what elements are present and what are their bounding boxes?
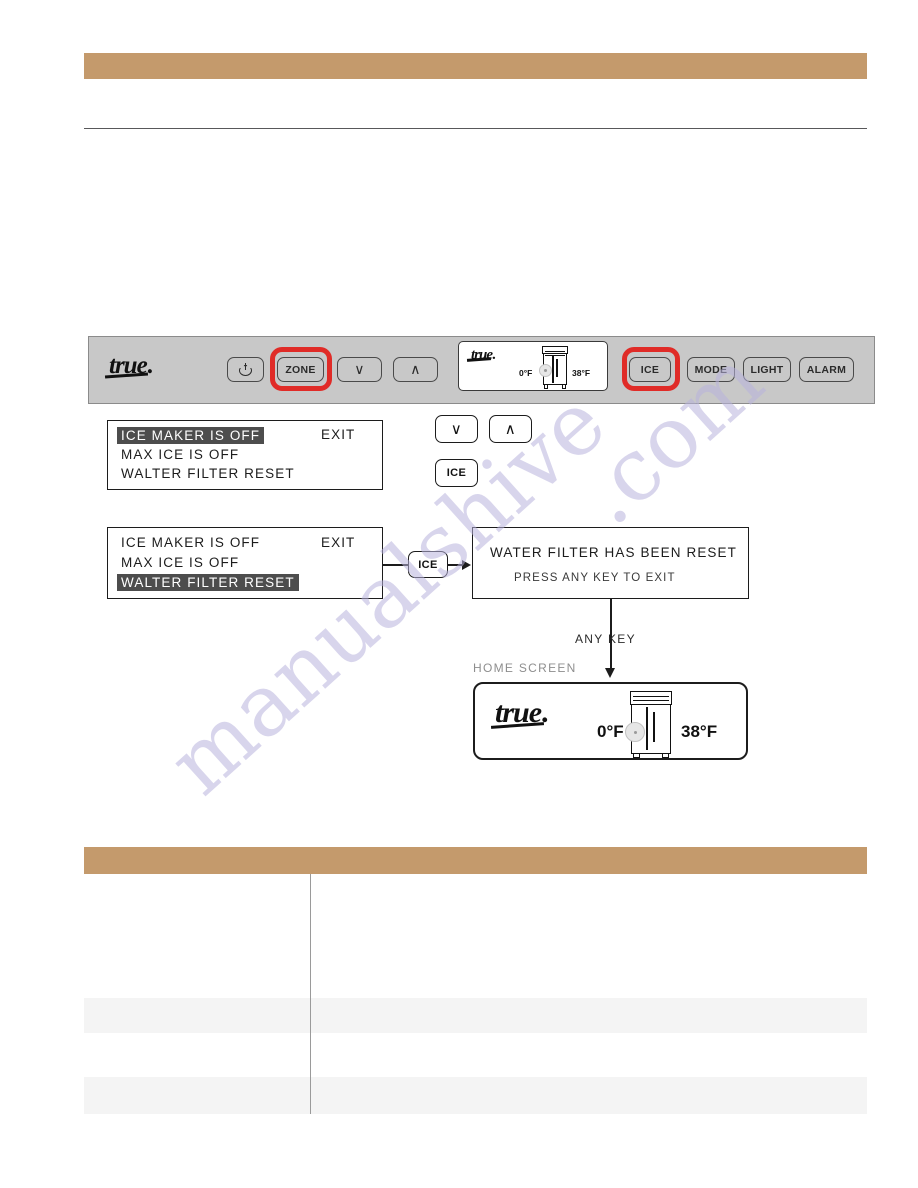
power-icon [239, 363, 252, 376]
any-key-label: ANY KEY [575, 632, 636, 646]
menu-two-exit-label[interactable]: EXIT [321, 535, 355, 550]
table-header-bar [84, 847, 867, 874]
arrow-down-icon [605, 668, 615, 678]
flow-transition-ice-button[interactable]: ICE [408, 551, 448, 578]
home-brand-logo: true. [490, 696, 548, 730]
panel-power-button[interactable] [227, 357, 264, 382]
menu-one-exit-label[interactable]: EXIT [321, 427, 355, 442]
panel-up-button[interactable]: ∧ [393, 357, 438, 382]
menu-one-line-2[interactable]: MAX ICE IS OFF [121, 447, 239, 462]
table-row [84, 998, 867, 1033]
header-divider-rule [84, 128, 867, 129]
flow-ice-label: ICE [446, 467, 467, 479]
panel-mode-button[interactable]: MODE [687, 357, 735, 382]
zone-button-highlight-ring [270, 347, 332, 391]
menu-screen-step-one: ICE MAKER IS OFF MAX ICE IS OFF WALTER F… [107, 420, 383, 490]
confirmation-subtitle: PRESS ANY KEY TO EXIT [514, 572, 676, 584]
home-left-temp: 0°F [597, 722, 624, 741]
panel-light-label: LIGHT [750, 363, 784, 376]
menu-one-line-3[interactable]: WALTER FILTER RESET [121, 466, 295, 481]
table-column-divider [310, 874, 311, 1114]
arrow-right-icon [462, 560, 471, 570]
home-display-knob [625, 722, 645, 742]
panel-alarm-label: ALARM [806, 363, 847, 376]
flow-up-button[interactable]: ∧ [489, 415, 532, 443]
connector-line-to-ice [383, 564, 408, 566]
mini-display-right-temp: 38°F [572, 368, 591, 378]
table-row [84, 874, 867, 998]
panel-down-button[interactable]: ∨ [337, 357, 382, 382]
section-header-bar [84, 53, 867, 79]
spec-table [84, 874, 867, 1114]
flow-transition-ice-label: ICE [418, 558, 438, 571]
confirmation-title: WATER FILTER HAS BEEN RESET [490, 545, 737, 560]
chevron-down-icon: ∨ [450, 421, 463, 438]
menu-two-line-2[interactable]: MAX ICE IS OFF [121, 555, 239, 570]
home-screen-display: true. 0°F 38°F [473, 682, 748, 760]
menu-one-line-1[interactable]: ICE MAKER IS OFF [117, 427, 265, 444]
panel-brand-logo: true. [104, 352, 153, 380]
menu-two-line-3[interactable]: WALTER FILTER RESET [117, 574, 299, 591]
chevron-down-icon: ∨ [354, 361, 365, 377]
menu-screen-step-two: ICE MAKER IS OFF MAX ICE IS OFF WALTER F… [107, 527, 383, 599]
mini-display-left-temp: 0°F [519, 368, 533, 378]
mini-display-logo-dot: . [492, 347, 496, 363]
home-right-temp: 38°F [681, 722, 718, 741]
panel-mini-display: true. 0°F 38°F [458, 341, 608, 391]
table-row [84, 1077, 867, 1114]
menu-two-line-1[interactable]: ICE MAKER IS OFF [121, 535, 260, 550]
home-screen-label: HOME SCREEN [473, 661, 577, 675]
confirmation-screen: WATER FILTER HAS BEEN RESET PRESS ANY KE… [472, 527, 749, 599]
table-row [84, 1033, 867, 1077]
mini-display-knob [539, 364, 552, 377]
chevron-up-icon: ∧ [504, 421, 517, 438]
panel-alarm-button[interactable]: ALARM [799, 357, 854, 382]
flow-down-button[interactable]: ∨ [435, 415, 478, 443]
panel-light-button[interactable]: LIGHT [743, 357, 791, 382]
flow-ice-button[interactable]: ICE [435, 459, 478, 487]
ice-button-highlight-ring [622, 347, 680, 391]
mini-display-logo: true. [466, 347, 496, 364]
chevron-up-icon: ∧ [410, 361, 421, 377]
panel-mode-label: MODE [694, 363, 728, 376]
